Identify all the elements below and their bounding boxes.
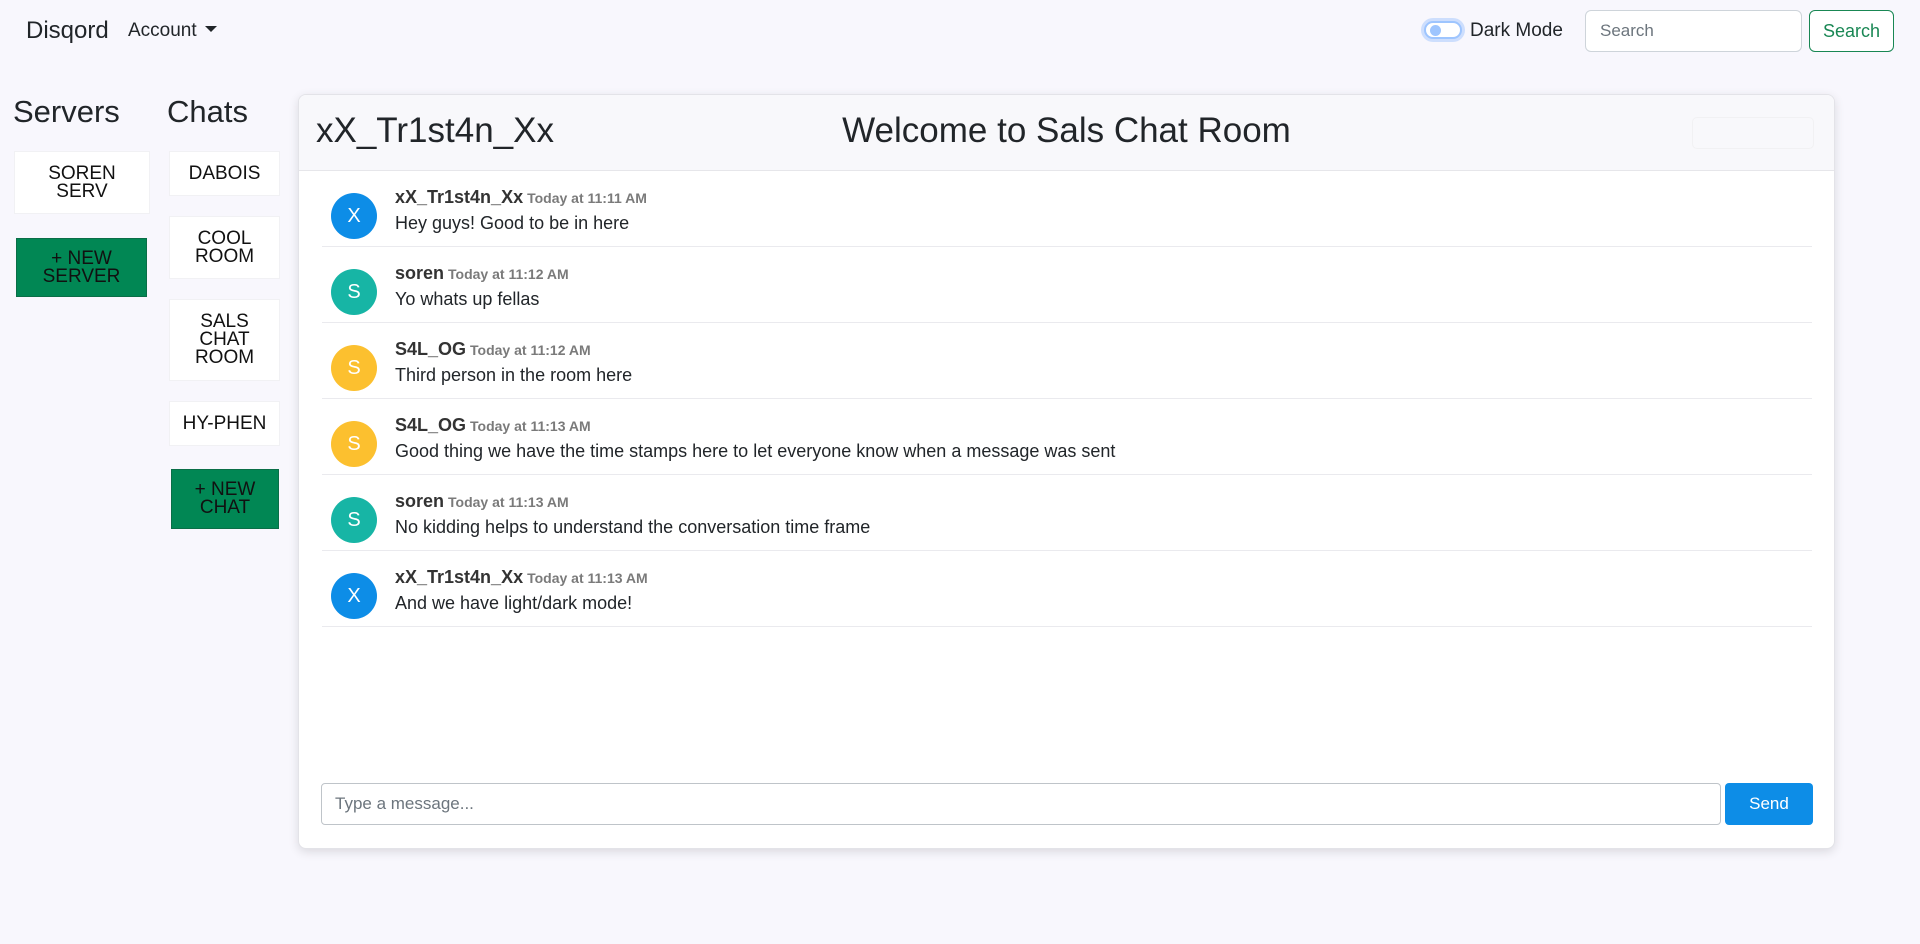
message-item: S soren Today at 11:12 AM Yo whats up fel… bbox=[322, 247, 1812, 323]
top-navbar: Disqord Account Dark Mode Search bbox=[0, 0, 1920, 60]
message-timestamp: Today at 11:12 AM bbox=[448, 266, 569, 282]
servers-heading: Servers bbox=[13, 94, 120, 129]
message-item: X xX_Tr1st4n_Xx Today at 11:11 AM Hey guy… bbox=[322, 171, 1812, 247]
account-dropdown[interactable]: Account bbox=[128, 20, 217, 42]
toggle-knob bbox=[1430, 25, 1441, 36]
avatar: S bbox=[331, 345, 377, 391]
account-label: Account bbox=[128, 20, 197, 41]
current-username: xX_Tr1st4n_Xx bbox=[316, 111, 554, 150]
message-timestamp: Today at 11:12 AM bbox=[470, 342, 591, 358]
message-text: No kidding helps to understand the conve… bbox=[395, 517, 871, 537]
avatar: X bbox=[331, 193, 377, 239]
message-item: S soren Today at 11:13 AM No kidding help… bbox=[322, 475, 1812, 551]
header-ghost-button[interactable] bbox=[1692, 117, 1814, 149]
message-meta: soren Today at 11:13 AM bbox=[395, 491, 569, 512]
message-author: xX_Tr1st4n_Xx bbox=[395, 567, 524, 587]
send-button[interactable]: Send bbox=[1725, 783, 1813, 825]
message-author: soren bbox=[395, 491, 445, 511]
message-text: Hey guys! Good to be in here bbox=[395, 213, 630, 233]
chats-heading: Chats bbox=[167, 94, 248, 129]
message-meta: S4L_OG Today at 11:13 AM bbox=[395, 415, 591, 436]
server-item-soren-serv[interactable]: SOREN SERV bbox=[14, 151, 150, 214]
message-item: S S4L_OG Today at 11:13 AM Good thing we … bbox=[322, 399, 1812, 475]
new-chat-button[interactable]: + NEW CHAT bbox=[171, 469, 279, 529]
message-text: Good thing we have the time stamps here … bbox=[395, 441, 1116, 461]
message-item: X xX_Tr1st4n_Xx Today at 11:13 AM And we … bbox=[322, 551, 1812, 627]
brand-logo[interactable]: Disqord bbox=[26, 17, 109, 45]
message-input[interactable] bbox=[321, 783, 1721, 825]
chat-header: Welcome to Sals Chat Room xX_Tr1st4n_Xx bbox=[299, 95, 1834, 171]
avatar: X bbox=[331, 573, 377, 619]
dark-mode-toggle[interactable] bbox=[1424, 21, 1462, 39]
message-meta: xX_Tr1st4n_Xx Today at 11:13 AM bbox=[395, 567, 648, 588]
message-author: xX_Tr1st4n_Xx bbox=[395, 187, 524, 207]
message-author: S4L_OG bbox=[395, 339, 467, 359]
avatar: S bbox=[331, 497, 377, 543]
dark-mode-label: Dark Mode bbox=[1470, 20, 1563, 41]
message-text: Yo whats up fellas bbox=[395, 289, 540, 309]
new-server-button[interactable]: + NEW SERVER bbox=[16, 238, 147, 297]
message-author: S4L_OG bbox=[395, 415, 467, 435]
message-list: X xX_Tr1st4n_Xx Today at 11:11 AM Hey guy… bbox=[322, 171, 1812, 627]
message-timestamp: Today at 11:13 AM bbox=[448, 494, 569, 510]
message-timestamp: Today at 11:13 AM bbox=[470, 418, 591, 434]
chat-item-dabois[interactable]: DABOIS bbox=[169, 151, 280, 196]
message-item: S S4L_OG Today at 11:12 AM Third person i… bbox=[322, 323, 1812, 399]
search-button[interactable]: Search bbox=[1809, 10, 1894, 52]
message-text: Third person in the room here bbox=[395, 365, 633, 385]
chat-room-panel: Welcome to Sals Chat Room xX_Tr1st4n_Xx … bbox=[298, 94, 1835, 849]
message-meta: soren Today at 11:12 AM bbox=[395, 263, 569, 284]
avatar: S bbox=[331, 269, 377, 315]
chat-item-hy-phen[interactable]: HY-PHEN bbox=[169, 401, 280, 446]
message-author: soren bbox=[395, 263, 445, 283]
search-input[interactable] bbox=[1585, 10, 1802, 52]
avatar: S bbox=[331, 421, 377, 467]
chat-item-sals-chat-room[interactable]: SALS CHAT ROOM bbox=[169, 299, 280, 381]
message-meta: S4L_OG Today at 11:12 AM bbox=[395, 339, 591, 360]
chat-item-cool-room[interactable]: COOL ROOM bbox=[169, 216, 280, 279]
message-timestamp: Today at 11:13 AM bbox=[527, 570, 648, 586]
message-meta: xX_Tr1st4n_Xx Today at 11:11 AM bbox=[395, 187, 647, 208]
message-text: And we have light/dark mode! bbox=[395, 593, 633, 613]
caret-down-icon bbox=[204, 26, 217, 32]
message-timestamp: Today at 11:11 AM bbox=[527, 190, 647, 206]
